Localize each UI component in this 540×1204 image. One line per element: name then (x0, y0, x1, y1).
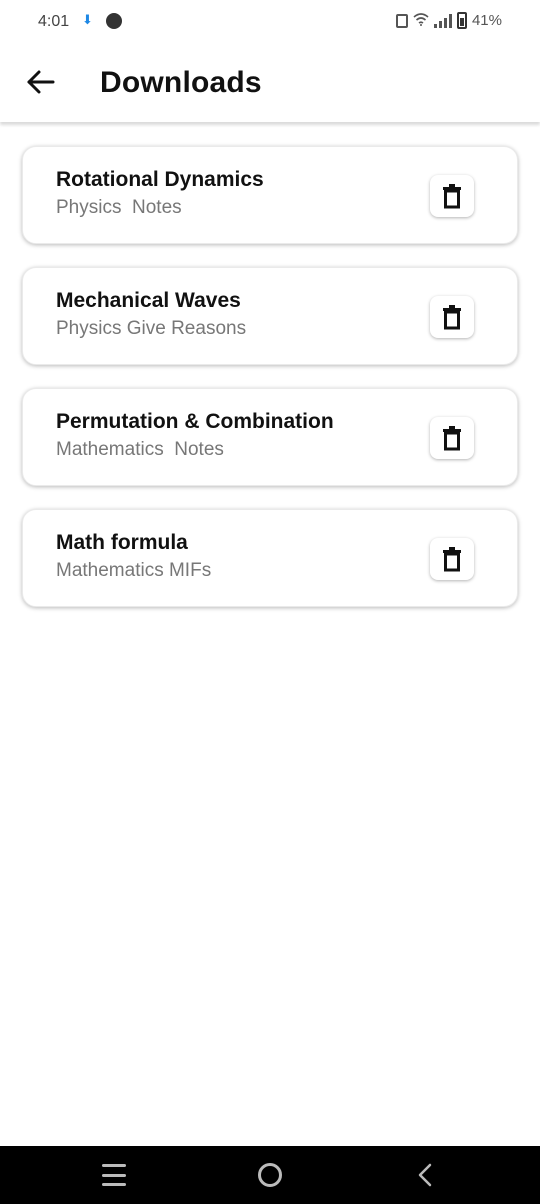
delete-button[interactable] (430, 175, 474, 217)
download-item[interactable]: Math formula Mathematics MIFs (22, 509, 518, 607)
download-item[interactable]: Mechanical Waves Physics Give Reasons (22, 267, 518, 365)
download-item-subtitle: Physics Notes (56, 197, 182, 218)
page-title: Downloads (100, 66, 262, 99)
trash-icon (443, 184, 461, 209)
vibrate-icon (395, 13, 408, 28)
download-item-subtitle: Mathematics Notes (56, 439, 224, 460)
download-item-subtitle: Mathematics MIFs (56, 560, 212, 581)
status-time: 4:01 (38, 13, 70, 30)
download-item[interactable]: Rotational Dynamics Physics Notes (22, 146, 518, 244)
app-icon (106, 13, 122, 29)
system-nav-bar (0, 1146, 540, 1204)
back-button[interactable] (22, 64, 58, 100)
download-item-title: Rotational Dynamics (56, 168, 264, 191)
app-header: Downloads (0, 44, 540, 122)
delete-button[interactable] (430, 417, 474, 459)
download-item-title: Permutation & Combination (56, 410, 334, 433)
download-item-title: Math formula (56, 531, 188, 554)
download-item-subtitle: Physics Give Reasons (56, 318, 247, 339)
trash-icon (443, 305, 461, 330)
downloads-list: Rotational Dynamics Physics Notes Mechan… (22, 146, 518, 630)
arrow-left-icon (27, 70, 55, 94)
download-item-title: Mechanical Waves (56, 289, 241, 312)
status-indicators: 41% (395, 12, 502, 29)
trash-icon (443, 547, 461, 572)
status-bar: 4:01 ⬇ 41% (0, 0, 540, 44)
wifi-icon (413, 12, 429, 29)
download-icon: ⬇ (82, 12, 93, 27)
delete-button[interactable] (430, 296, 474, 338)
battery-percent: 41% (471, 12, 502, 29)
back-icon (418, 1163, 432, 1187)
recents-icon (102, 1164, 126, 1167)
recents-button[interactable] (100, 1164, 128, 1186)
trash-icon (443, 426, 461, 451)
signal-icon (433, 13, 452, 28)
delete-button[interactable] (430, 538, 474, 580)
home-button[interactable] (258, 1163, 282, 1187)
system-back-button[interactable] (414, 1162, 436, 1188)
download-item[interactable]: Permutation & Combination Mathematics No… (22, 388, 518, 486)
battery-icon (456, 12, 467, 29)
